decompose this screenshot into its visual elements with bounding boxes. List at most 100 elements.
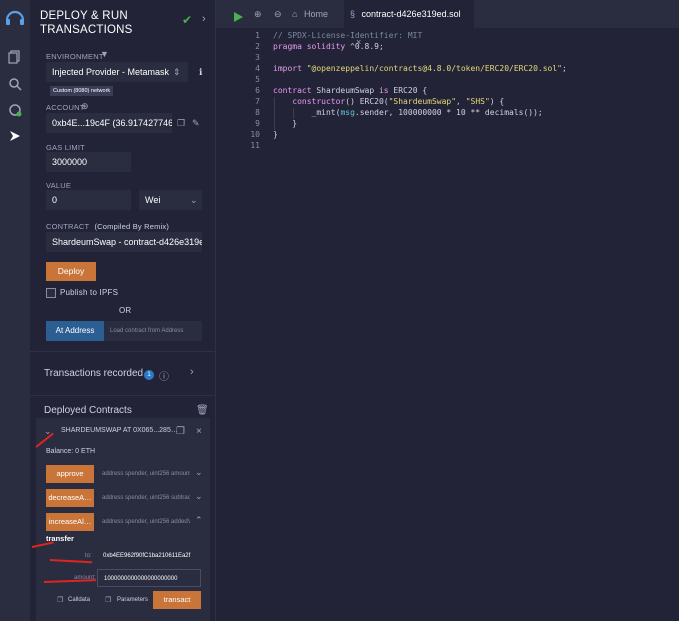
zoom-in-icon[interactable]: ⊕ [254,0,262,28]
gas-limit-label: GAS LIMIT [46,143,85,152]
or-label: OR [119,306,132,315]
calldata-button[interactable]: Calldata [68,597,90,603]
increase-allowance-button[interactable]: increaseAl… [46,513,94,531]
parameters-button[interactable]: Parameters [117,597,148,603]
add-account-icon[interactable]: ⊕ [81,101,89,112]
icon-panel [0,0,30,621]
code-line[interactable]: import "@openzeppelin/contracts@4.8.0/to… [273,64,567,73]
value-input[interactable]: 0 [46,190,131,210]
code-token: contract [273,86,312,95]
line-number: 7 [255,97,260,106]
load-address-input[interactable]: Load contract from Address [104,321,202,341]
approve-button[interactable]: approve [46,465,94,483]
transactions-count-badge: 1 [144,370,154,380]
chevron-up-icon[interactable]: ⌃ [195,515,203,526]
solidity-compiler-icon[interactable] [7,103,23,119]
transfer-amount-input[interactable]: 1000000000000000000000 [97,569,201,587]
select-arrows-icon: ⇕ [173,67,181,77]
edit-icon[interactable]: ✎ [192,118,200,129]
code-token: ; [562,64,567,73]
chevron-down-icon: ⌄ [190,195,198,205]
indent-guide [293,108,294,119]
line-number: 3 [255,53,260,62]
zoom-out-icon[interactable]: ⊖ [274,0,282,28]
run-icon[interactable] [233,9,243,27]
code-line[interactable]: // SPDX-License-Identifier: MIT [273,31,422,40]
code-line[interactable]: contract ShardeumSwap is ERC20 { [273,86,427,95]
chevron-down-icon[interactable]: ⌄ [195,491,203,502]
panel-title-line1: DEPLOY & RUN [40,10,128,22]
copy-icon[interactable]: ❐ [105,596,111,604]
home-icon: ⌂ [292,9,298,19]
search-icon[interactable] [7,77,23,93]
code-token: () ERC20( [345,97,389,106]
code-token: _mint( [273,108,341,117]
code-token: import [273,64,302,73]
code-line[interactable]: constructor() ERC20("ShardeumSwap", "SHS… [273,97,504,106]
at-address-button[interactable]: At Address [46,321,104,341]
chevron-down-icon[interactable]: ⌄ [195,467,203,478]
tab-home-label: Home [303,9,328,19]
code-line[interactable]: _mint(msg.sender, 100000000 * 10 ** deci… [273,108,543,117]
account-select[interactable]: 0xb4E...19c4F (36.917427746) [46,113,172,133]
line-number: 10 [250,130,260,139]
instance-name[interactable]: SHARDEUMSWAP AT 0X065...285… [61,427,178,434]
code-token: msg [340,108,355,117]
code-token: pragma solidity [273,42,346,51]
copy-icon[interactable]: ❐ [177,118,185,129]
code-line[interactable]: } [273,130,278,139]
remix-logo-icon[interactable] [4,8,26,30]
deploy-button[interactable]: Deploy [46,262,96,281]
info-icon[interactable]: ℹ [199,67,202,78]
trash-icon[interactable]: 🗑 [196,405,209,416]
code-token: ERC20 { [388,86,428,95]
code-token: constructor [273,97,346,106]
panel-title-line2: TRANSACTIONS [40,24,133,36]
line-number: 6 [255,86,260,95]
deployed-contracts-label: Deployed Contracts [44,405,132,416]
copy-icon[interactable]: ❐ [176,426,185,437]
tab-file-label: contract-d426e319ed.sol [361,9,461,19]
decrease-allowance-button[interactable]: decreaseA… [46,489,94,507]
file-explorer-icon[interactable] [7,50,23,66]
publish-ipfs-label: Publish to IPFS [60,288,119,297]
deploy-run-icon[interactable] [7,129,23,145]
line-number: 1 [255,31,260,40]
chevron-right-icon[interactable]: › [202,13,206,25]
contract-select[interactable]: ShardeumSwap - contract-d426e319ed.sol [46,232,202,252]
copy-icon[interactable]: ❐ [57,596,63,604]
info-icon[interactable]: ⓘ [159,368,169,383]
close-icon[interactable]: × [196,426,202,437]
decrease-allowance-input[interactable]: address spender, uint256 subtractedValue [96,489,190,507]
divider [30,395,215,396]
code-line[interactable]: pragma solidity ^0.8.9; [273,42,384,51]
chevron-right-icon[interactable]: › [190,366,194,378]
transfer-to-input[interactable]: 0xb4EE962f90fC1ba210611Ea2f [97,547,201,565]
publish-ipfs-checkbox[interactable] [46,288,56,298]
transactions-recorded-label[interactable]: Transactions recorded [44,368,143,379]
filter-icon: ▼ [100,49,109,59]
code-token: "ShardeumSwap" [388,97,457,106]
gas-limit-input[interactable]: 3000000 [46,152,131,172]
indent-guide [274,97,275,130]
contract-label: CONTRACT (Compiled By Remix) [46,222,169,231]
code-line[interactable]: } [273,119,297,128]
environment-select[interactable]: Injected Provider - Metamask [46,62,188,82]
to-label: to: [85,553,92,559]
transact-button[interactable]: transact [153,591,201,609]
code-token: ShardeumSwap [311,86,379,95]
increase-allowance-input[interactable]: address spender, uint256 addedValue [96,513,190,531]
contract-compiled-note: (Compiled By Remix) [94,222,170,231]
line-number: 11 [250,141,260,150]
code-token: .sender, 100000000 * 10 ** decimals()); [354,108,543,117]
line-number: 9 [255,119,260,128]
code-token: "@openzeppelin/contracts@4.8.0/token/ERC… [301,64,562,73]
contract-label-text: CONTRACT [46,222,90,231]
code-token: "SHS" [465,97,490,106]
editor-tabbar: ⊕ ⊖ ⌂ Home × § contract-d426e319ed.sol × [216,0,679,47]
deploy-run-panel: DEPLOY & RUN TRANSACTIONS ✔ › ENVIRONMEN… [30,0,216,621]
tab-file[interactable]: § contract-d426e319ed.sol × [344,0,474,47]
account-label: ACCOUNT [46,103,85,112]
editor-area: ⊕ ⊖ ⌂ Home × § contract-d426e319ed.sol ×… [216,0,679,621]
approve-input[interactable]: address spender, uint256 amount [96,465,190,483]
